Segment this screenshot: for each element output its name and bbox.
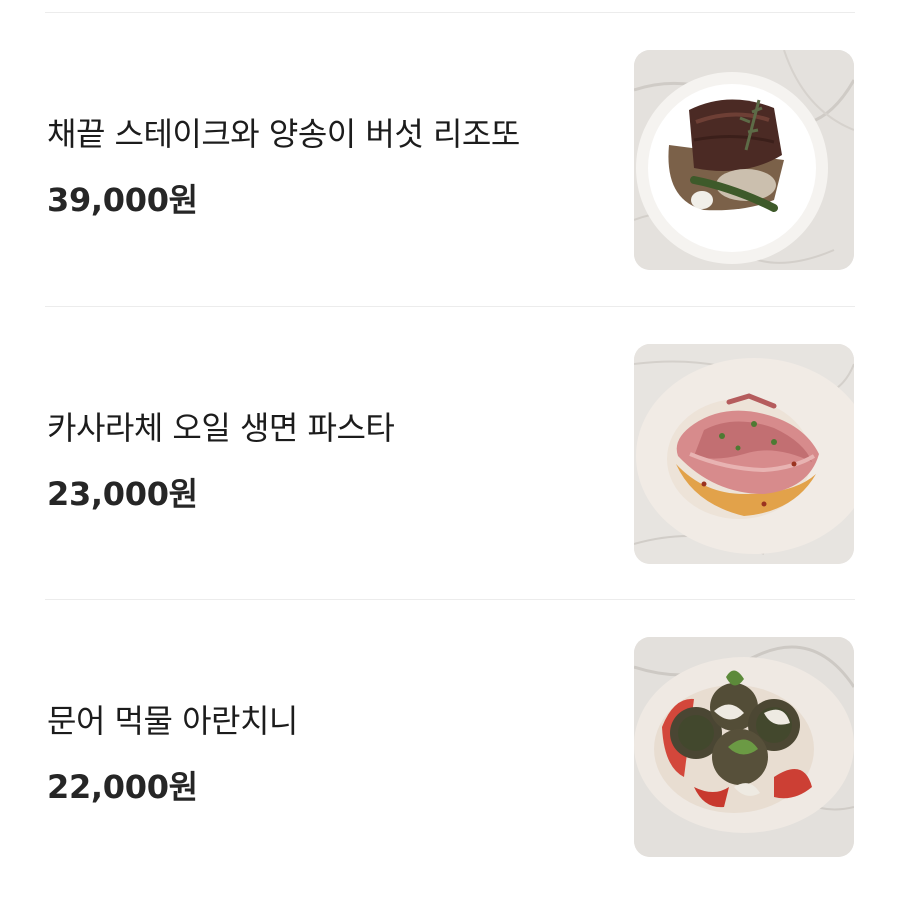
- menu-item-price: 22,000원: [47, 768, 198, 806]
- menu-item-photo: [634, 637, 854, 857]
- menu-item-photo: [634, 50, 854, 270]
- menu-item-price: 23,000원: [47, 475, 198, 513]
- menu-item-name: 카사라체 오일 생면 파스타: [47, 409, 395, 447]
- menu-item-name: 채끝 스테이크와 양송이 버섯 리조또: [47, 115, 520, 153]
- menu-item-pasta[interactable]: 카사라체 오일 생면 파스타 23,000원: [0, 307, 900, 600]
- menu-item-name: 문어 먹물 아란치니: [47, 702, 298, 740]
- menu-list: 채끝 스테이크와 양송이 버섯 리조또 39,000원 카사라체 오일 생면 파…: [0, 0, 900, 918]
- menu-item-photo: [634, 344, 854, 564]
- menu-item-arancini[interactable]: 문어 먹물 아란치니 22,000원: [0, 600, 900, 893]
- menu-item-steak-risotto[interactable]: 채끝 스테이크와 양송이 버섯 리조또 39,000원: [0, 13, 900, 306]
- menu-item-price: 39,000원: [47, 181, 198, 219]
